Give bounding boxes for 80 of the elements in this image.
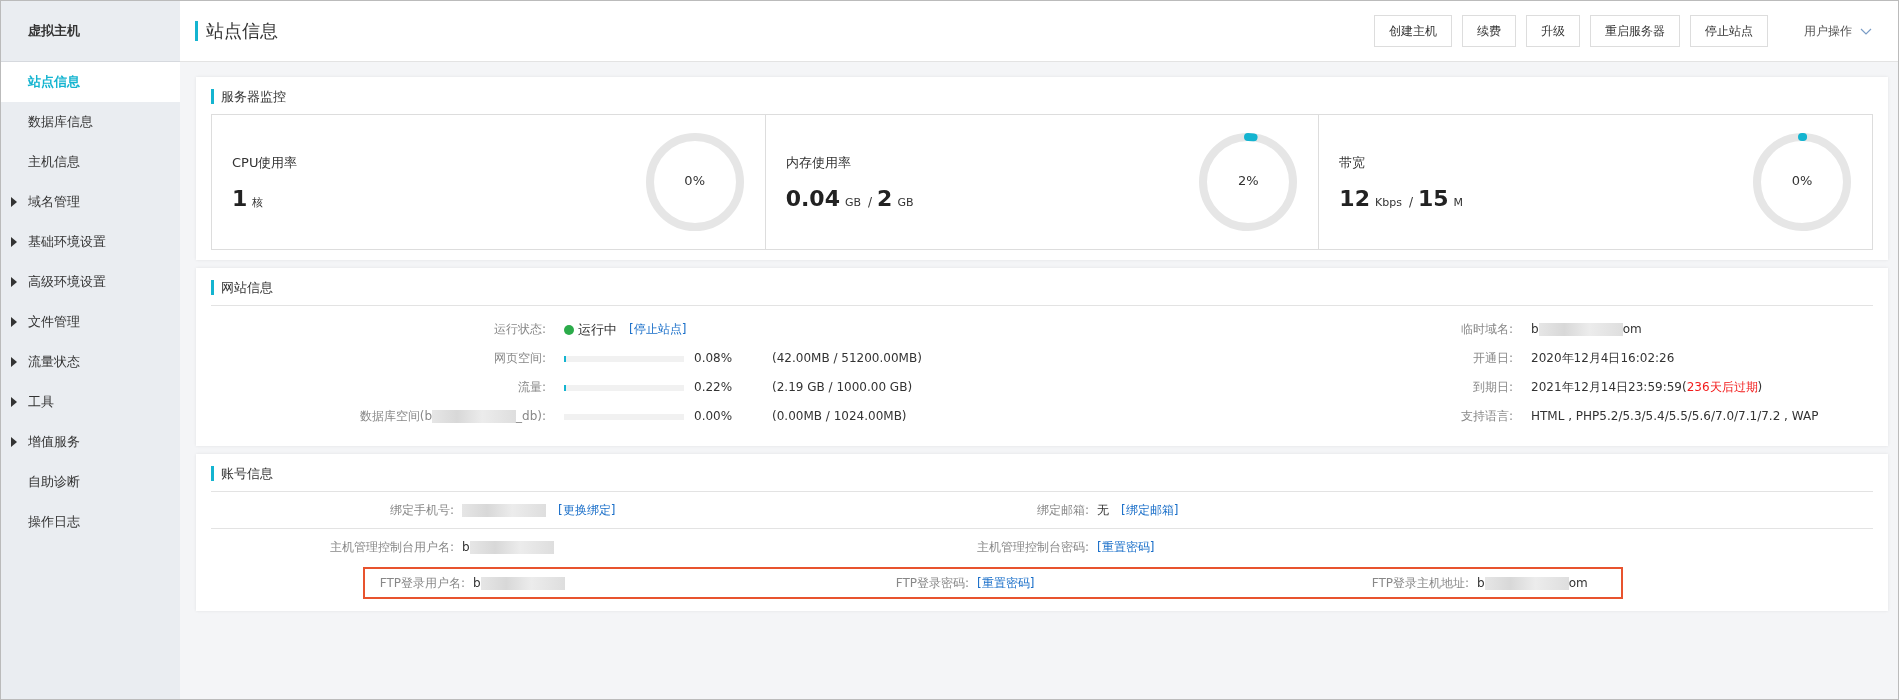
card-label: 内存使用率: [785, 153, 852, 172]
field-label: 支持语言:: [1459, 408, 1513, 425]
slash-separator: /: [1408, 194, 1413, 209]
field-value: om: [1568, 576, 1588, 590]
field-value: b: [1531, 321, 1539, 338]
usage-detail: (42.00MB / 51200.00MB): [772, 350, 922, 367]
metric-unit: M: [1453, 195, 1464, 209]
field-value: 2021年12月14日23:59:59(: [1531, 379, 1687, 396]
field-value: 2020年12月4日16:02:26: [1531, 350, 1676, 367]
field-value: om: [1622, 321, 1642, 338]
action-link[interactable]: [重置密码]: [977, 574, 1035, 592]
field-label: 主机管理控制台用户名:: [328, 538, 454, 556]
sidebar-item[interactable]: 流量状态: [1, 342, 180, 382]
sidebar-item[interactable]: 自助诊断: [1, 462, 180, 502]
section-title: 服务器监控: [211, 89, 1873, 104]
field-label: 数据库空间(b: [359, 408, 433, 425]
field-label: 临时域名:: [1459, 321, 1513, 338]
card-label: CPU使用率: [232, 153, 298, 172]
sidebar-item[interactable]: 域名管理: [1, 182, 180, 222]
metric-unit: GB: [844, 195, 862, 209]
usage-detail: (0.00MB / 1024.00MB): [772, 408, 907, 425]
field-label: 到期日:: [1471, 379, 1513, 396]
field-value: b: [1477, 576, 1485, 590]
field-value: 无: [1097, 501, 1109, 519]
field-value: b: [473, 576, 481, 590]
field-value: HTML , PHP5.2/5.3/5.4/5.5/5.6/7.0/7.1/7.2 , WAP: [1531, 408, 1820, 425]
sidebar-item[interactable]: 文件管理: [1, 302, 180, 342]
field-label: 主机管理控制台密码:: [975, 538, 1089, 556]
sidebar-item[interactable]: 高级环境设置: [1, 262, 180, 302]
metric-value: 12: [1339, 185, 1370, 211]
gauge-reading: 2%: [1237, 173, 1260, 188]
field-label: 绑定邮箱:: [1035, 501, 1089, 519]
sidebar-item[interactable]: 操作日志: [1, 502, 180, 542]
card-label: 带宽: [1339, 153, 1367, 172]
usage-percent: 0.08%: [694, 350, 734, 367]
field-label: FTP登录用户名:: [378, 574, 465, 592]
sidebar-item[interactable]: 增值服务: [1, 422, 180, 462]
sidebar-item[interactable]: 基础环境设置: [1, 222, 180, 262]
stop-site-link[interactable]: [停止站点]: [629, 320, 687, 339]
status-text: 运行中: [578, 321, 617, 339]
chevron-down-icon: [1860, 27, 1872, 35]
metric-value: 0.04: [785, 185, 840, 211]
field-label: FTP登录主机地址:: [1370, 574, 1469, 592]
field-label: _db):: [516, 408, 546, 425]
section-title: 网站信息: [211, 280, 1873, 295]
sidebar-item[interactable]: 数据库信息: [1, 102, 180, 142]
header-button[interactable]: 重启服务器: [1590, 15, 1680, 47]
field-label: 开通日:: [1471, 350, 1513, 367]
header-button[interactable]: 升级: [1526, 15, 1580, 47]
gauge-reading: 0%: [683, 173, 706, 188]
usage-detail: (2.19 GB / 1000.00 GB): [772, 379, 913, 396]
metric-unit: 核: [252, 194, 264, 210]
header-button[interactable]: 续费: [1462, 15, 1516, 47]
usage-percent: 0.22%: [694, 379, 734, 396]
action-link[interactable]: [更换绑定]: [558, 501, 616, 519]
field-label: 绑定手机号:: [388, 501, 454, 519]
field-label: 流量:: [517, 379, 546, 396]
gauge-reading: 0%: [1790, 173, 1814, 188]
metric-value: 1: [232, 185, 248, 211]
field-value: ): [1757, 379, 1763, 396]
field-label: FTP登录密码:: [894, 574, 969, 592]
field-label: 运行状态:: [493, 321, 546, 338]
metric-unit: GB: [897, 195, 914, 209]
page-title: 站点信息: [195, 21, 278, 41]
action-link[interactable]: [绑定邮箱]: [1121, 501, 1179, 519]
metric-value: 15: [1417, 185, 1449, 211]
field-label: 网页空间:: [493, 350, 546, 367]
header-button[interactable]: 创建主机: [1374, 15, 1452, 47]
metric-value: 2: [877, 185, 893, 211]
expiry-warning: 236天后过期: [1686, 379, 1758, 396]
sidebar-item[interactable]: 工具: [1, 382, 180, 422]
slash-separator: /: [868, 194, 873, 209]
action-link[interactable]: [重置密码]: [1097, 538, 1155, 556]
section-title: 账号信息: [211, 466, 1873, 481]
metric-unit: Kbps: [1374, 195, 1402, 209]
usage-percent: 0.00%: [694, 408, 734, 425]
sidebar-item[interactable]: 主机信息: [1, 142, 180, 182]
header-button[interactable]: 停止站点: [1690, 15, 1768, 47]
field-value: b: [462, 540, 470, 554]
user-menu[interactable]: 用户操作: [1778, 15, 1878, 47]
